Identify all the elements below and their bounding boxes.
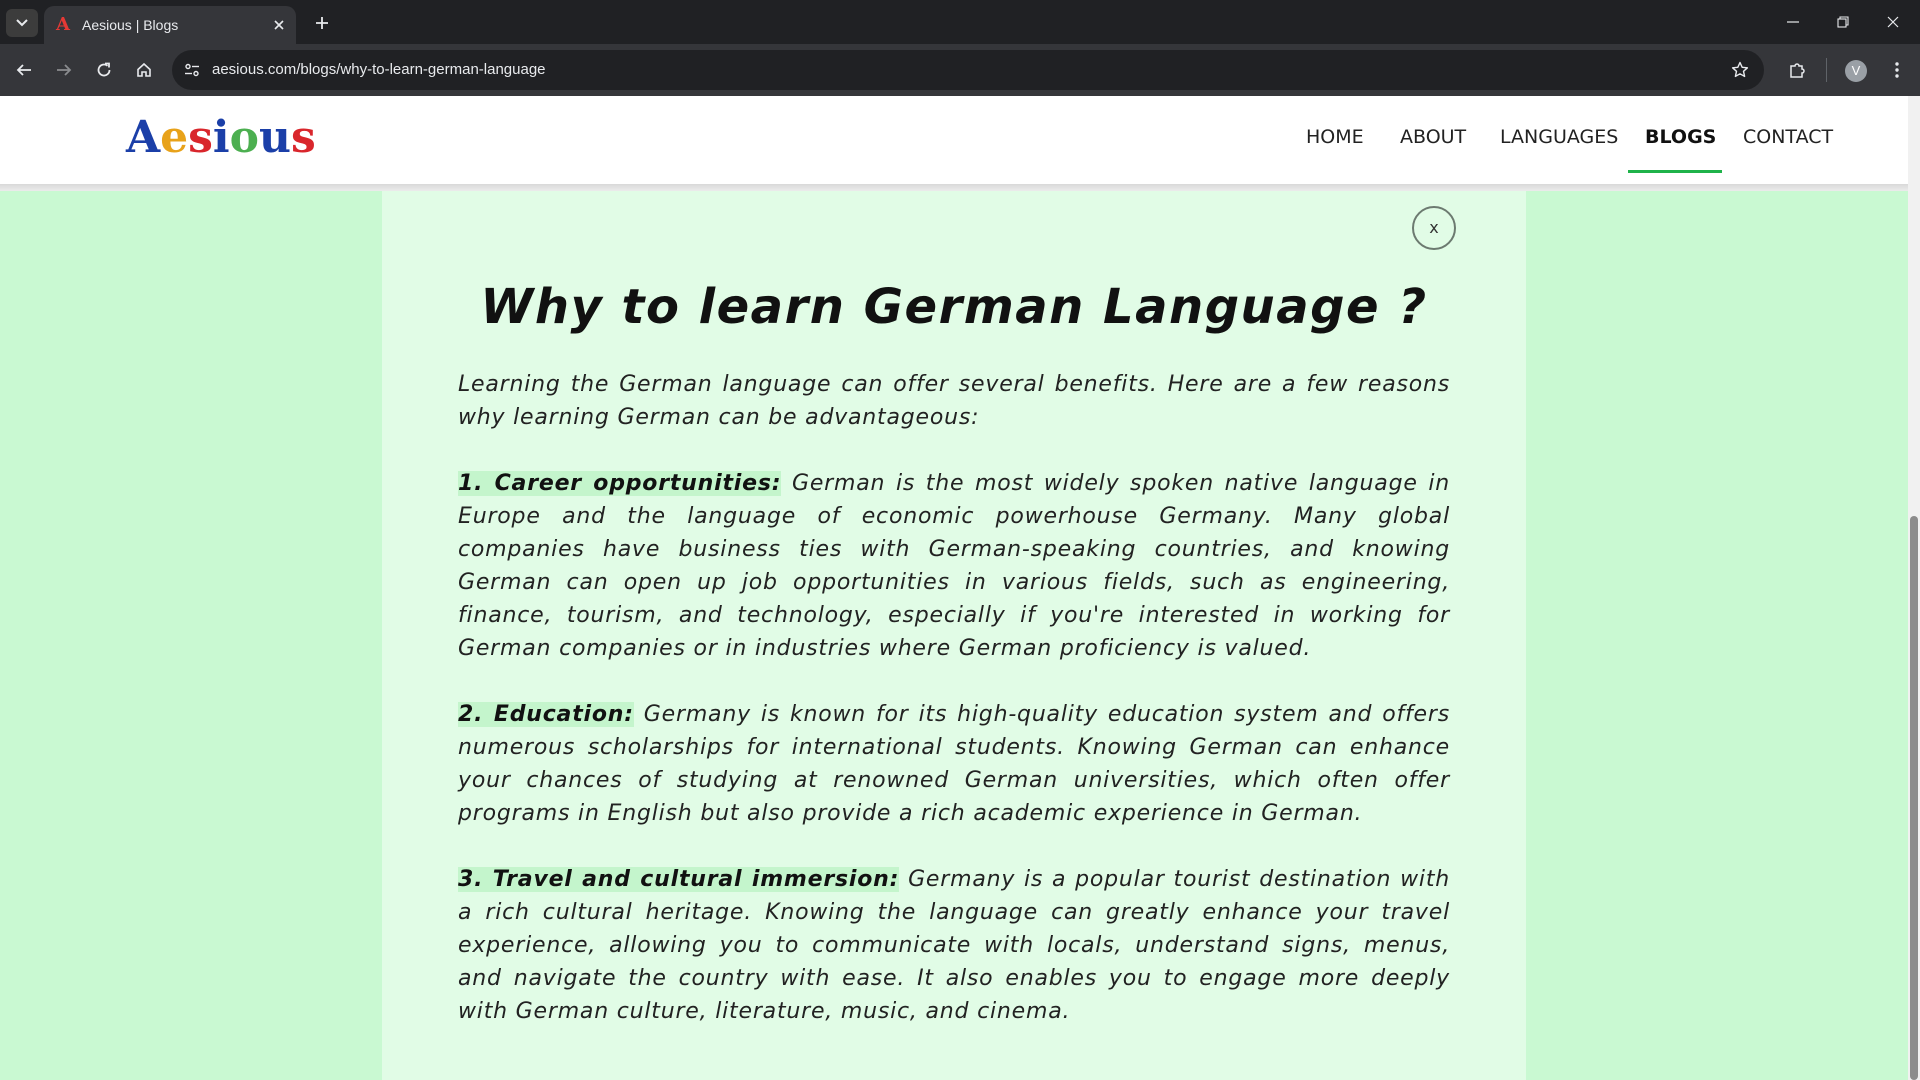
site-logo[interactable]: Aesious xyxy=(126,112,316,163)
forward-button[interactable] xyxy=(48,54,80,86)
nav-languages[interactable]: LANGUAGES xyxy=(1500,126,1618,148)
blog-article-modal: x Why to learn German Language ? Learnin… xyxy=(382,191,1526,1080)
window-close-icon xyxy=(1887,16,1899,28)
logo-letter: o xyxy=(229,112,259,163)
point-text: German is the most widely spoken native … xyxy=(458,471,1450,661)
kebab-menu-icon xyxy=(1895,62,1899,78)
point-heading: 3. Travel and cultural immersion: xyxy=(458,867,900,892)
tab-strip: A Aesious | Blogs xyxy=(0,0,1920,44)
new-tab-button[interactable] xyxy=(308,9,336,37)
logo-letter: u xyxy=(259,112,291,163)
logo-letter: s xyxy=(291,112,316,163)
header-divider xyxy=(0,184,1908,191)
puzzle-icon xyxy=(1790,63,1805,78)
home-icon xyxy=(137,62,151,77)
article-body: Learning the German language can offer s… xyxy=(458,368,1450,1061)
site-header: Aesious HOME ABOUT LANGUAGES BLOGS CONTA… xyxy=(0,96,1908,184)
bookmark-button[interactable] xyxy=(1726,56,1754,84)
forward-arrow-icon xyxy=(57,64,72,76)
article-point: 3. Travel and cultural immersion: German… xyxy=(458,863,1450,1028)
restore-button[interactable] xyxy=(1818,0,1868,44)
minimize-button[interactable] xyxy=(1768,0,1818,44)
scrollbar-thumb[interactable] xyxy=(1910,516,1918,1080)
close-article-button[interactable]: x xyxy=(1412,206,1456,250)
logo-letter: e xyxy=(160,112,189,163)
favicon-icon: A xyxy=(56,14,70,35)
logo-letter: A xyxy=(126,112,161,163)
tab-list-button[interactable] xyxy=(6,9,38,37)
home-button[interactable] xyxy=(128,54,160,86)
window-close-button[interactable] xyxy=(1868,0,1918,44)
logo-letter: s xyxy=(188,112,213,163)
tab-close-button[interactable] xyxy=(266,12,292,38)
back-button[interactable] xyxy=(8,54,40,86)
logo-letter: i xyxy=(212,112,230,163)
article-point: 2. Education: Germany is known for its h… xyxy=(458,698,1450,830)
url-text[interactable]: aesious.com/blogs/why-to-learn-german-la… xyxy=(212,50,546,90)
active-tab[interactable]: A Aesious | Blogs xyxy=(44,6,296,44)
address-bar[interactable]: aesious.com/blogs/why-to-learn-german-la… xyxy=(172,50,1764,90)
browser-toolbar: aesious.com/blogs/why-to-learn-german-la… xyxy=(0,44,1920,96)
plus-icon xyxy=(316,17,328,29)
reload-icon xyxy=(97,62,111,77)
tab-title: Aesious | Blogs xyxy=(82,17,179,33)
article-point: 1. Career opportunities: German is the m… xyxy=(458,467,1450,665)
minimize-icon xyxy=(1787,21,1799,23)
reload-button[interactable] xyxy=(88,54,120,86)
page-viewport: Aesious HOME ABOUT LANGUAGES BLOGS CONTA… xyxy=(0,96,1920,1080)
extensions-button[interactable] xyxy=(1782,54,1814,86)
active-nav-indicator xyxy=(1628,170,1722,173)
article-title: Why to learn German Language ? xyxy=(480,279,1428,335)
close-icon xyxy=(274,20,284,30)
tab-list-icon xyxy=(16,19,28,27)
site-info-button[interactable] xyxy=(178,56,206,84)
nav-home[interactable]: HOME xyxy=(1306,126,1364,148)
back-arrow-icon xyxy=(16,64,31,76)
profile-avatar[interactable]: V xyxy=(1845,60,1867,82)
nav-contact[interactable]: CONTACT xyxy=(1743,126,1833,148)
point-heading: 1. Career opportunities: xyxy=(458,471,782,496)
restore-icon xyxy=(1837,16,1849,28)
toolbar-divider xyxy=(1826,58,1827,82)
point-heading: 2. Education: xyxy=(458,702,634,727)
star-icon xyxy=(1731,61,1749,78)
nav-about[interactable]: ABOUT xyxy=(1400,126,1466,148)
site-info-icon xyxy=(185,63,199,77)
browser-menu-button[interactable] xyxy=(1882,54,1912,86)
article-intro: Learning the German language can offer s… xyxy=(458,372,1450,430)
nav-blogs[interactable]: BLOGS xyxy=(1645,126,1716,148)
